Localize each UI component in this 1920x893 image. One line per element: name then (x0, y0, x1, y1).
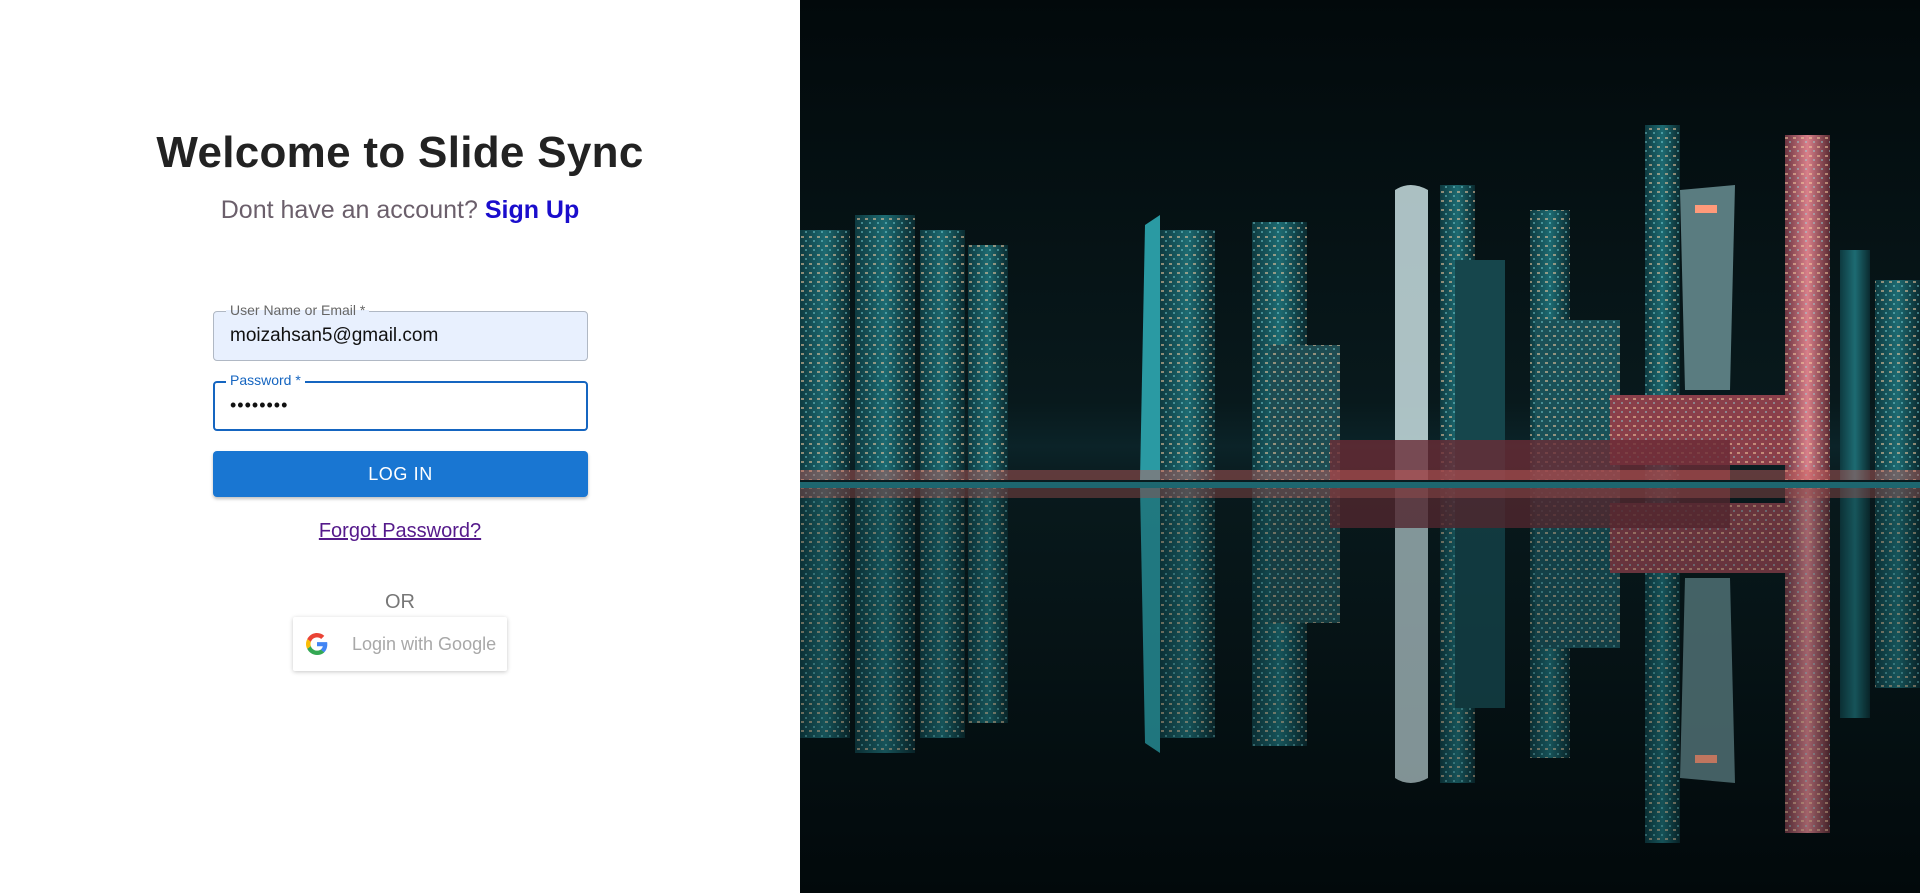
password-input[interactable] (230, 395, 570, 416)
page-title: Welcome to Slide Sync (156, 128, 644, 177)
email-field-label: User Name or Email * (226, 303, 370, 317)
or-divider: OR (385, 591, 415, 613)
password-field-label: Password * (226, 373, 305, 387)
forgot-password-link[interactable]: Forgot Password? (0, 520, 800, 543)
signup-link[interactable]: Sign Up (485, 196, 579, 224)
google-login-label: Login with Google (352, 633, 497, 654)
google-login-button[interactable]: Login with Google (293, 617, 507, 671)
login-button[interactable]: LOG IN (213, 451, 588, 497)
google-g-icon (306, 633, 328, 655)
signup-prompt: Dont have an account? Sign Up (0, 196, 800, 225)
email-input[interactable] (230, 325, 570, 347)
password-field[interactable]: Password * (213, 373, 588, 431)
signup-prompt-text: Dont have an account? (220, 196, 478, 224)
city-skyline-illustration (800, 0, 1920, 893)
hero-image (800, 0, 1920, 893)
login-panel: Welcome to Slide Sync Dont have an accou… (0, 0, 800, 893)
email-field[interactable]: User Name or Email * (213, 303, 588, 361)
